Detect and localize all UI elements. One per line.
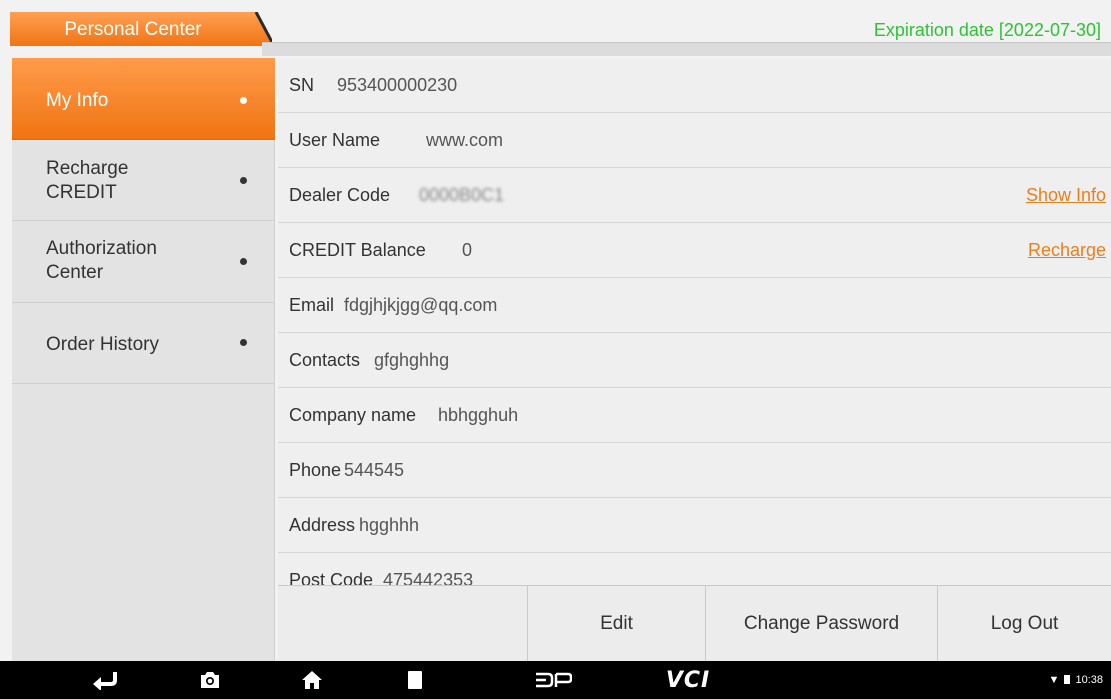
row-label: Company name	[289, 405, 417, 425]
row-value: 544545	[344, 460, 405, 480]
info-row-sn: SN 953400000230	[278, 58, 1111, 113]
row-value: 0	[462, 240, 473, 260]
sidebar-item-recharge-credit[interactable]: Recharge CREDIT	[12, 140, 275, 221]
log-out-button[interactable]: Log Out	[937, 586, 1111, 662]
back-icon[interactable]	[84, 661, 124, 699]
row-value: fdgjhjkjgg@qq.com	[344, 295, 498, 315]
sidebar: My Info Recharge CREDIT Authorization Ce…	[12, 58, 282, 661]
clock: 10:38	[1075, 674, 1103, 686]
info-row-phone: Phone 544545	[278, 443, 1111, 498]
action-bar: Edit Change Password Log Out	[278, 585, 1111, 662]
info-row-address: Address hgghhh	[278, 498, 1111, 553]
row-value: www.com	[426, 130, 504, 150]
row-value: hbhgghuh	[438, 405, 519, 425]
info-row-post-code: Post Code 475442353	[278, 553, 1111, 585]
row-label: Address	[289, 515, 356, 535]
info-row-email: Email fdgjhjkjgg@qq.com	[278, 278, 1111, 333]
bullet-icon	[240, 177, 247, 184]
bullet-icon	[240, 339, 247, 346]
wifi-icon: ▼	[1048, 674, 1060, 686]
row-label: Contacts	[289, 350, 361, 370]
battery-icon	[1064, 675, 1071, 684]
sidebar-item-authorization-center[interactable]: Authorization Center	[12, 221, 275, 303]
header-divider	[262, 42, 1111, 56]
recent-apps-icon[interactable]	[395, 661, 435, 699]
info-row-user-name: User Name www.com	[278, 113, 1111, 168]
row-value: 0000B0C1	[419, 185, 505, 205]
row-label: CREDIT Balance	[289, 240, 426, 260]
row-label: User Name	[289, 130, 381, 150]
row-value: 953400000230	[337, 75, 458, 95]
recharge-link[interactable]: Recharge	[1028, 223, 1106, 278]
header: Personal Center Expiration date [2022-07…	[0, 0, 1111, 58]
sidebar-item-order-history[interactable]: Order History	[12, 303, 275, 384]
row-value: 475442353	[383, 570, 474, 585]
row-label: Post Code	[289, 570, 374, 585]
info-row-credit-balance: CREDIT Balance 0 Recharge	[278, 223, 1111, 278]
show-info-link[interactable]: Show Info	[1026, 168, 1106, 223]
info-row-company-name: Company name hbhgghuh	[278, 388, 1111, 443]
info-row-contacts: Contacts gfghghhg	[278, 333, 1111, 388]
row-label: Dealer Code	[289, 185, 391, 205]
sidebar-item-my-info[interactable]: My Info	[12, 58, 275, 140]
bullet-icon	[240, 97, 247, 104]
vci-logo[interactable]: VCI	[660, 661, 716, 699]
dp-logo-icon[interactable]	[528, 661, 578, 699]
info-row-dealer-code: Dealer Code 0000B0C1 Show Info	[278, 168, 1111, 223]
page-title: Personal Center	[64, 19, 202, 40]
edit-button[interactable]: Edit	[527, 586, 705, 662]
expiration-date: Expiration date [2022-07-30]	[873, 20, 1101, 40]
status-area: ▼ 10:38	[1048, 661, 1103, 699]
sidebar-item-label: Recharge CREDIT	[46, 158, 129, 203]
row-label: Email	[289, 295, 335, 315]
row-value: hgghhh	[359, 515, 420, 535]
row-label: SN	[289, 75, 315, 95]
home-icon[interactable]	[292, 661, 332, 699]
sidebar-item-label: Order History	[46, 334, 159, 355]
personal-center-screen: Personal Center Expiration date [2022-07…	[0, 0, 1111, 699]
sidebar-item-label: My Info	[46, 90, 109, 111]
change-password-button[interactable]: Change Password	[705, 586, 937, 662]
page-title-tab: Personal Center	[10, 12, 272, 58]
vci-label: VCI	[665, 667, 711, 693]
info-list[interactable]: SN 953400000230 User Name www.com Dealer…	[278, 58, 1111, 585]
row-label: Phone	[289, 460, 342, 480]
row-value: gfghghhg	[374, 350, 450, 370]
system-nav-bar: VCI ▼ 10:38	[0, 661, 1111, 699]
camera-icon[interactable]	[190, 661, 230, 699]
bullet-icon	[240, 258, 247, 265]
sidebar-item-label: Authorization Center	[46, 238, 157, 283]
